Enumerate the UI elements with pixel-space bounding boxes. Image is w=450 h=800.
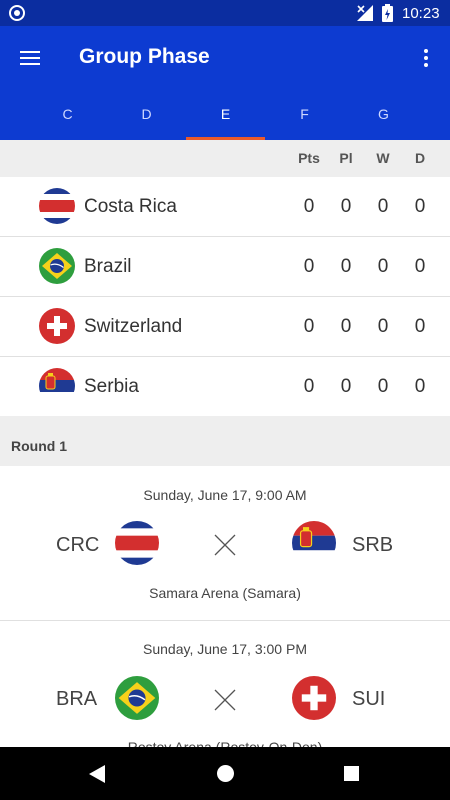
- team-w: 0: [377, 316, 389, 337]
- system-nav-bar: [0, 747, 450, 800]
- team-pl: 0: [340, 376, 352, 397]
- tab-d[interactable]: D: [107, 98, 186, 140]
- match-date: Sunday, June 17, 3:00 PM: [143, 641, 307, 657]
- status-bar: 10:23: [0, 0, 450, 26]
- brazil-flag-icon: [39, 248, 75, 284]
- team-pts: 0: [303, 316, 315, 337]
- switzerland-flag-icon: [39, 308, 75, 344]
- column-header-w: W: [376, 150, 390, 166]
- column-header-pts: Pts: [298, 150, 320, 166]
- column-header-d: D: [414, 150, 426, 166]
- home-team-code: BRA: [56, 688, 98, 710]
- more-options-icon[interactable]: [414, 42, 438, 72]
- signal-icon: [357, 5, 373, 21]
- switzerland-flag-icon: [292, 676, 336, 720]
- notification-icon: [9, 5, 25, 21]
- team-pts: 0: [303, 256, 315, 277]
- team-d: 0: [414, 256, 426, 277]
- tab-e[interactable]: E: [186, 98, 265, 140]
- team-w: 0: [377, 196, 389, 217]
- team-row[interactable]: Switzerland 0 0 0 0: [0, 297, 450, 357]
- menu-icon[interactable]: [14, 42, 48, 72]
- team-row[interactable]: Costa Rica 0 0 0 0: [0, 177, 450, 237]
- clock: 10:23: [402, 5, 440, 22]
- match-venue: Samara Arena (Samara): [149, 585, 301, 601]
- team-pl: 0: [340, 316, 352, 337]
- home-icon[interactable]: [217, 765, 234, 782]
- team-name: Serbia: [84, 376, 139, 397]
- app-bar: Group Phase C D E F G: [0, 26, 450, 140]
- brazil-flag-icon: [115, 676, 159, 720]
- match-date: Sunday, June 17, 9:00 AM: [143, 487, 307, 503]
- serbia-flag-icon: [39, 368, 75, 404]
- tab-c[interactable]: C: [28, 98, 107, 140]
- team-d: 0: [414, 196, 426, 217]
- page-title: Group Phase: [79, 45, 210, 68]
- match-card[interactable]: Sunday, June 17, 3:00 PM BRA SUI Rostov …: [0, 621, 450, 761]
- team-row[interactable]: Serbia 0 0 0 0: [0, 357, 450, 417]
- team-w: 0: [377, 256, 389, 277]
- team-pts: 0: [303, 376, 315, 397]
- group-tabs: C D E F G: [0, 98, 450, 140]
- team-name: Costa Rica: [84, 196, 177, 217]
- battery-charging-icon: [382, 4, 393, 22]
- versus-icon: [214, 689, 236, 711]
- team-row[interactable]: Brazil 0 0 0 0: [0, 237, 450, 297]
- team-d: 0: [414, 316, 426, 337]
- costa-rica-flag-icon: [39, 188, 75, 224]
- home-team-code: CRC: [56, 534, 100, 556]
- standings-header: Pts Pl W D: [0, 140, 450, 177]
- team-d: 0: [414, 376, 426, 397]
- recents-icon[interactable]: [344, 766, 359, 781]
- away-team-code: SRB: [352, 534, 394, 556]
- column-header-pl: Pl: [339, 150, 353, 166]
- tab-g[interactable]: G: [344, 98, 423, 140]
- back-icon[interactable]: [89, 765, 105, 783]
- away-team-code: SUI: [352, 688, 386, 710]
- team-pl: 0: [340, 196, 352, 217]
- team-name: Switzerland: [84, 316, 183, 337]
- round-title: Round 1: [11, 438, 67, 454]
- serbia-flag-icon: [292, 521, 336, 565]
- costa-rica-flag-icon: [115, 521, 159, 565]
- tab-f[interactable]: F: [265, 98, 344, 140]
- team-w: 0: [377, 376, 389, 397]
- team-name: Brazil: [84, 256, 132, 277]
- team-pl: 0: [340, 256, 352, 277]
- round-header: Round 1: [0, 416, 450, 466]
- team-pts: 0: [303, 196, 315, 217]
- versus-icon: [214, 534, 236, 556]
- match-card[interactable]: Sunday, June 17, 9:00 AM CRC SRB Samara …: [0, 466, 450, 621]
